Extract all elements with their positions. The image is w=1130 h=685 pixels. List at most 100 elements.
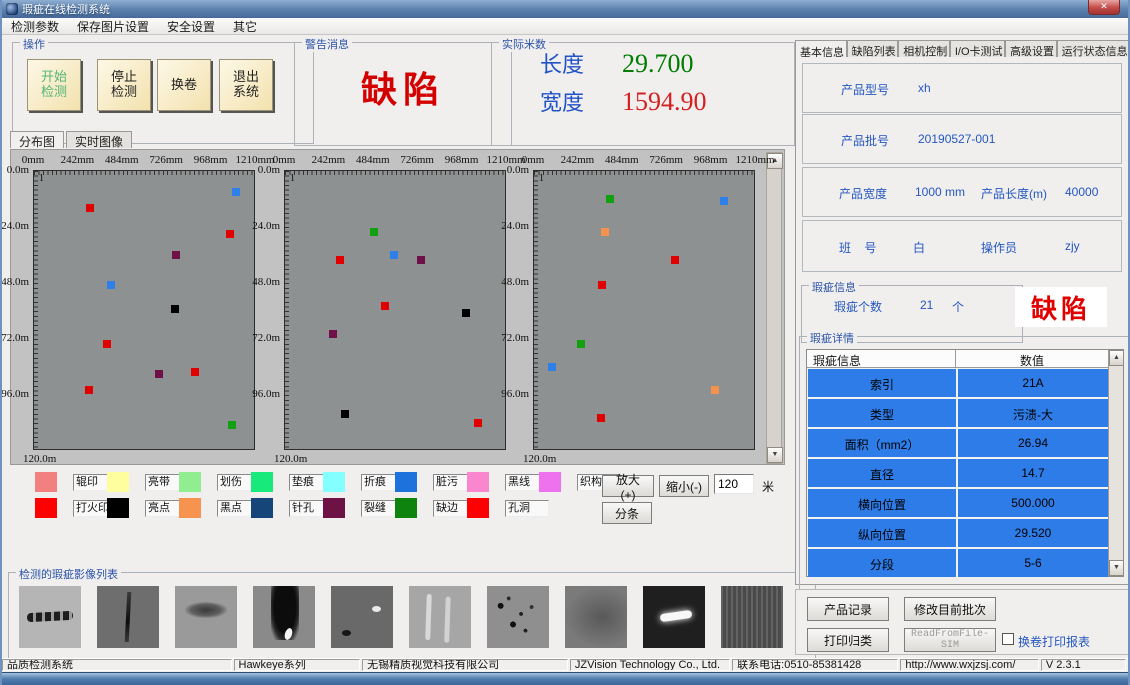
product-record-button[interactable]: 产品记录 <box>807 597 889 621</box>
defect-point-purple[interactable] <box>172 251 180 259</box>
detail-row-6[interactable]: 分段5-6 <box>808 549 1108 577</box>
shift-label: 班 号 <box>839 239 876 256</box>
defect-point-red[interactable] <box>226 230 234 238</box>
defect-point-red[interactable] <box>85 386 93 394</box>
defect-thumbnail-5[interactable] <box>409 586 471 648</box>
operator-label: 操作员 <box>981 239 1017 256</box>
defect-thumbnail-8[interactable] <box>643 586 705 648</box>
detail-row-3[interactable]: 直径14.7 <box>808 459 1108 487</box>
defect-point-green[interactable] <box>228 421 236 429</box>
defect-point-blue[interactable] <box>232 188 240 196</box>
zoom-out-button[interactable]: 缩小(-) <box>659 475 709 497</box>
legend-swatch <box>35 498 57 518</box>
defect-point-red[interactable] <box>474 419 482 427</box>
scatter-plot-3: 1 <box>533 170 755 450</box>
right-tab-5[interactable]: 运行状态信息 <box>1057 40 1129 57</box>
x-tick-label: 484mm <box>605 154 639 166</box>
op-button-1[interactable]: 停止 检测 <box>97 59 151 111</box>
right-tab-4[interactable]: 高级设置 <box>1005 40 1057 57</box>
defect-point-orange[interactable] <box>711 386 719 394</box>
width-row: 宽度 1594.90 <box>540 85 707 117</box>
defect-point-black[interactable] <box>341 410 349 418</box>
defect-point-red[interactable] <box>103 340 111 348</box>
y-tick-label: 24.0m <box>1 220 29 232</box>
defect-point-green[interactable] <box>370 228 378 236</box>
defect-point-red[interactable] <box>381 302 389 310</box>
legend-swatch <box>179 498 201 518</box>
op-button-3[interactable]: 退出 系统 <box>219 59 273 111</box>
defect-thumbnail-1[interactable] <box>97 586 159 648</box>
defect-point-red[interactable] <box>671 256 679 264</box>
modify-batch-button[interactable]: 修改目前批次 <box>904 597 996 621</box>
defect-point-black[interactable] <box>171 305 179 313</box>
defect-point-green[interactable] <box>606 195 614 203</box>
menu-item[interactable]: 安全设置 <box>158 18 224 35</box>
shift-operator-row: 班 号 白 操作员 zjy <box>802 220 1122 272</box>
detail-value: 21A <box>958 376 1108 390</box>
defect-thumbnail-2[interactable] <box>175 586 237 648</box>
defect-point-blue[interactable] <box>107 281 115 289</box>
x-tick-label: 968mm <box>194 154 228 166</box>
defect-point-red[interactable] <box>336 256 344 264</box>
legend-swatch <box>35 472 57 492</box>
defect-point-red[interactable] <box>191 368 199 376</box>
row-divider <box>956 399 958 427</box>
operator-value: zjy <box>1065 239 1080 253</box>
defect-thumbnail-6[interactable] <box>487 586 549 648</box>
window-title: 瑕疵在线检测系统 <box>22 1 110 17</box>
table-scroll-up-icon[interactable]: ▲ <box>1109 350 1124 366</box>
right-tab-1[interactable]: 缺陷列表 <box>847 40 899 57</box>
detail-row-1[interactable]: 类型污渍-大 <box>808 399 1108 427</box>
defect-detail-table: 瑕疵信息 数值 索引21A类型污渍-大面积（mm2）26.94直径14.7横向位… <box>806 349 1124 577</box>
defect-point-orange[interactable] <box>601 228 609 236</box>
right-tab-0[interactable]: 基本信息 <box>795 40 847 58</box>
menu-item[interactable]: 检测参数 <box>2 18 68 35</box>
scale-input[interactable] <box>714 474 754 494</box>
detail-row-5[interactable]: 纵向位置29.520 <box>808 519 1108 547</box>
close-button[interactable]: ✕ <box>1088 0 1120 15</box>
defect-point-red[interactable] <box>597 414 605 422</box>
plot-tab-1[interactable]: 实时图像 <box>66 131 132 148</box>
defect-thumbnail-9[interactable] <box>721 586 783 648</box>
detail-row-0[interactable]: 索引21A <box>808 369 1108 397</box>
defect-thumbnail-4[interactable] <box>331 586 393 648</box>
detail-row-4[interactable]: 横向位置500.000 <box>808 489 1108 517</box>
defect-point-purple[interactable] <box>417 256 425 264</box>
length-value: 29.700 <box>622 49 694 79</box>
legend-swatch <box>251 472 273 492</box>
operation-group: 操作 开始 检测停止 检测换卷退出 系统 <box>12 42 314 144</box>
defect-thumbnail-3[interactable] <box>253 586 315 648</box>
plot-vertical-scrollbar[interactable]: ▲ ▼ <box>766 152 782 464</box>
op-button-0[interactable]: 开始 检测 <box>27 59 81 111</box>
defect-thumbnail-0[interactable] <box>19 586 81 648</box>
product-length-label: 产品长度(m) <box>981 185 1047 202</box>
defect-point-black[interactable] <box>462 309 470 317</box>
table-scroll-down-icon[interactable]: ▼ <box>1109 560 1124 576</box>
defect-point-green[interactable] <box>577 340 585 348</box>
op-button-2[interactable]: 换卷 <box>157 59 211 111</box>
defect-thumbnail-7[interactable] <box>565 586 627 648</box>
menu-item[interactable]: 其它 <box>224 18 266 35</box>
split-button[interactable]: 分条 <box>602 502 652 524</box>
windows-taskbar[interactable] <box>2 672 1128 685</box>
menu-item[interactable]: 保存图片设置 <box>68 18 158 35</box>
print-classify-button[interactable]: 打印归类 <box>807 628 889 652</box>
detail-row-2[interactable]: 面积（mm2）26.94 <box>808 429 1108 457</box>
legend-swatch <box>467 472 489 492</box>
scroll-down-icon[interactable]: ▼ <box>767 447 783 463</box>
print-on-roll-change-checkbox[interactable] <box>1002 633 1014 645</box>
y-tick-label: 72.0m <box>501 332 529 344</box>
defect-point-purple[interactable] <box>329 330 337 338</box>
defect-point-purple[interactable] <box>155 370 163 378</box>
defect-point-red[interactable] <box>86 204 94 212</box>
right-tab-3[interactable]: I/O卡测试 <box>950 40 1005 57</box>
plot-tab-0[interactable]: 分布图 <box>10 131 64 148</box>
defect-point-red[interactable] <box>598 281 606 289</box>
right-tab-2[interactable]: 相机控制 <box>898 40 950 57</box>
table-scrollbar[interactable]: ▲ ▼ <box>1108 350 1123 576</box>
zoom-in-button[interactable]: 放大(+) <box>602 475 654 497</box>
defect-point-blue[interactable] <box>548 363 556 371</box>
defect-point-blue[interactable] <box>720 197 728 205</box>
defect-point-blue[interactable] <box>390 251 398 259</box>
detail-value: 500.000 <box>958 496 1108 510</box>
